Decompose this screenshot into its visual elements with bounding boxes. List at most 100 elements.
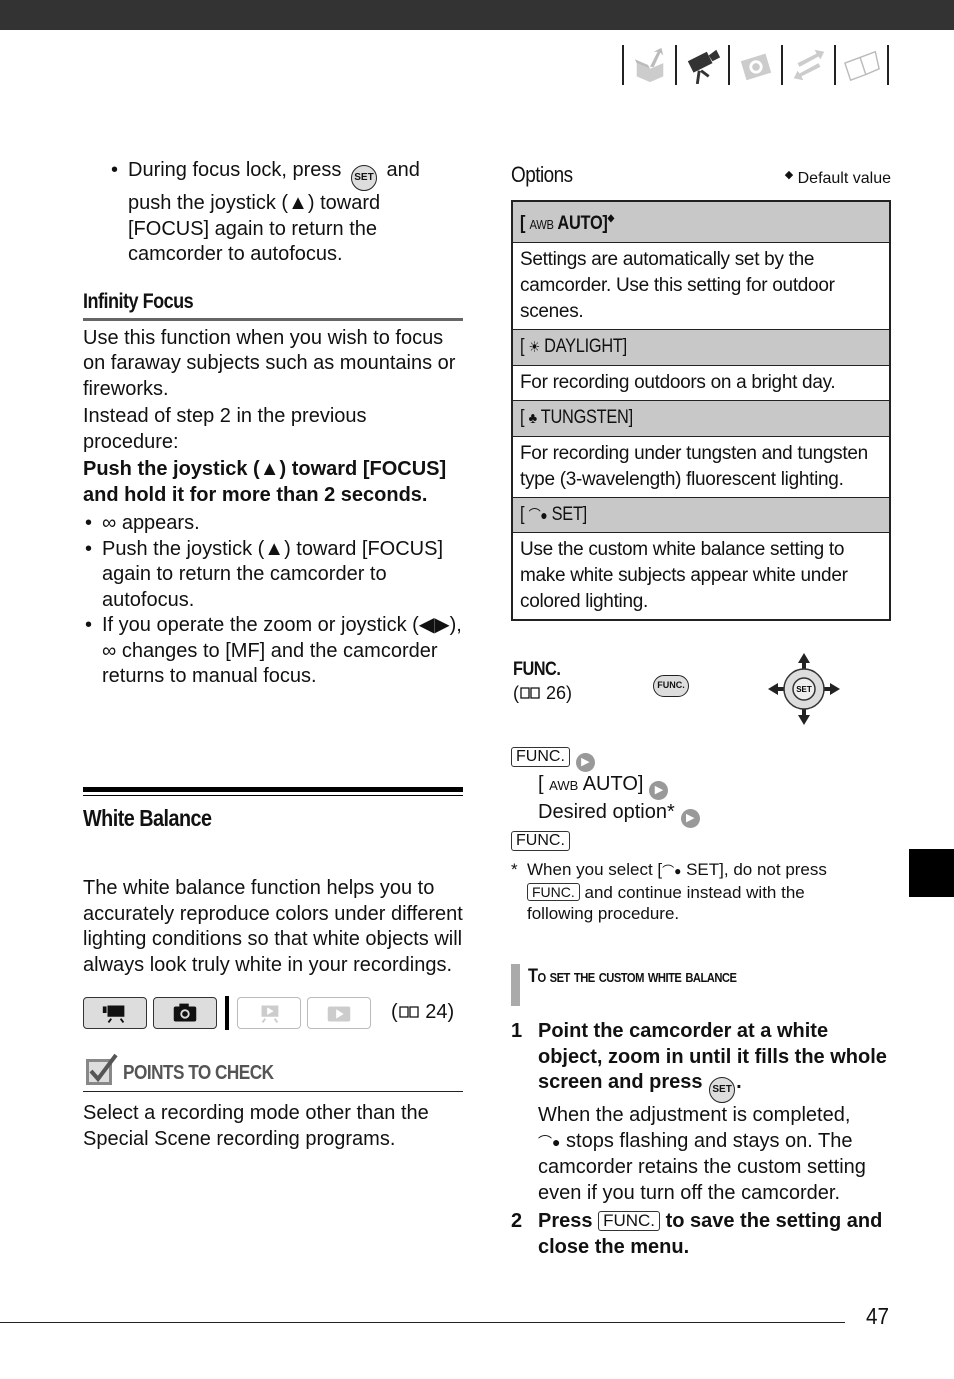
step-func-1: FUNC. ▶: [511, 747, 891, 772]
infinity-focus-header: Infinity Focus: [83, 290, 463, 321]
step-1: 1 Point the camcorder at a white object,…: [511, 1019, 891, 1206]
option-description: Settings are automatically set by the ca…: [520, 249, 835, 322]
bullet-item: Push the joystick (▲) toward [FOCUS] aga…: [83, 537, 463, 614]
set-button-icon: SET: [350, 165, 377, 191]
option-label: AUTO]: [557, 213, 608, 234]
option-header-tungsten: [ ♣ TUNGSTEN]: [512, 400, 890, 437]
footer-rule: [0, 1322, 845, 1323]
option-desc: Settings are automatically set by the ca…: [512, 242, 890, 330]
diamond-icon: ◆: [784, 169, 794, 181]
chapter-tab: [909, 849, 954, 897]
text: During focus lock, press: [128, 159, 342, 181]
bullet-item: If you operate the zoom or joystick (◀▶)…: [83, 613, 463, 690]
footnote: * When you select [⌒● SET], do not press…: [511, 859, 871, 924]
option-desc: Use the custom white balance setting to …: [512, 532, 890, 620]
infinity-instead: Instead of step 2 in the previous proced…: [83, 405, 367, 453]
func-key: FUNC.: [511, 747, 570, 767]
text: When the adjustment is completed,: [538, 1104, 851, 1126]
left-column: During focus lock, press SET and push th…: [83, 158, 464, 1150]
joystick-center-label: SET: [796, 685, 812, 694]
page-number: 47: [866, 1303, 890, 1329]
option-header-set: [ ⌒● SET]: [512, 497, 890, 533]
checkmark-icon: [86, 1053, 118, 1085]
func-key: FUNC.: [511, 831, 570, 851]
right-column: Options ◆ Default value [ AWB AUTO]◆ Set…: [511, 158, 891, 1260]
awb-icon: AWB: [529, 217, 554, 232]
book-icon: [520, 687, 540, 699]
footnote-text: When you select [: [527, 860, 663, 879]
func-steps: FUNC. ▶ [ AWB AUTO] ▶ Desired option* ▶ FUN…: [511, 747, 891, 856]
custom-wb-icon: ⌒●: [662, 864, 682, 878]
default-value-legend: ◆ Default value: [785, 168, 891, 188]
preparations-icon[interactable]: [624, 44, 675, 86]
default-value-text: Default value: [797, 170, 891, 187]
divider: [887, 45, 889, 85]
text: Press: [538, 1210, 593, 1232]
white-balance-section: White Balance The white balance function…: [83, 787, 463, 1152]
step-desired: Desired option* ▶: [538, 800, 891, 828]
points-to-check-heading: POINTS TO CHECK: [123, 1062, 274, 1084]
custom-wb-icon: ⌒●: [538, 1133, 561, 1150]
movie-playback-icon: [237, 997, 301, 1029]
option-description: Use the custom white balance setting to …: [520, 539, 848, 612]
text: stops flashing and stays on. The camcord…: [538, 1129, 866, 1204]
photo-playback-icon: [307, 997, 371, 1029]
movie-camera-icon[interactable]: [677, 44, 728, 86]
option-description: For recording under tungsten and tungste…: [520, 443, 868, 490]
option-label: SET]: [551, 504, 588, 525]
func-key: FUNC.: [598, 1211, 661, 1231]
heading-rule-thick: [83, 787, 463, 792]
step-2-instruction: Press FUNC. to save the setting and clos…: [538, 1209, 891, 1260]
white-balance-description: The white balance function helps you to …: [83, 877, 463, 976]
option-description: For recording outdoors on a bright day.: [520, 372, 836, 393]
step-number: 1: [511, 1020, 523, 1042]
option-desc: For recording under tungsten and tungste…: [512, 436, 890, 498]
book-icon: [399, 1006, 419, 1018]
func-label: FUNC.: [513, 659, 561, 680]
set-button-icon: SET: [709, 1077, 736, 1103]
step-1-result: When the adjustment is completed, ⌒● stop…: [538, 1103, 891, 1206]
step-auto: [ AWB AUTO] ▶: [538, 772, 891, 800]
option-header-daylight: [ ☀ DAYLIGHT]: [512, 329, 890, 366]
custom-wb-header: To set the custom white balance: [511, 964, 891, 1006]
option-header-auto: [ AWB AUTO]◆: [512, 201, 890, 243]
infinity-focus-heading: Infinity Focus: [83, 289, 194, 313]
awb-icon: AWB: [549, 778, 579, 793]
func-button-icon: FUNC.: [653, 675, 689, 697]
infinity-intro: Use this function when you wish to focus…: [83, 326, 456, 400]
book-icon[interactable]: [836, 44, 887, 86]
custom-wb-heading: To set the custom white balance: [528, 966, 737, 987]
movie-mode-icon: [83, 997, 147, 1029]
divider: [225, 996, 229, 1030]
white-balance-heading: White Balance: [83, 805, 212, 831]
transfer-icon[interactable]: [783, 44, 834, 86]
option-label: DAYLIGHT]: [544, 336, 627, 357]
next-arrow-icon: ▶: [649, 781, 669, 800]
accent-bar: [511, 964, 520, 1006]
option-desc: For recording outdoors on a bright day.: [512, 365, 890, 401]
page-number-ref: 24: [425, 1001, 448, 1024]
photo-camera-icon[interactable]: [730, 44, 781, 86]
bulb-icon: ♣: [528, 410, 537, 427]
next-arrow-icon: ▶: [575, 753, 595, 772]
step-text: Desired option*: [538, 801, 675, 823]
focus-lock-bullet: During focus lock, press SET and push th…: [109, 158, 464, 268]
options-table: [ AWB AUTO]◆ Settings are automatically …: [511, 200, 891, 621]
footnote-text: SET], do not press: [681, 860, 827, 879]
infinity-instruction: Push the joystick (▲) toward [FOCUS] and…: [83, 458, 447, 506]
diamond-icon: ◆: [607, 213, 615, 224]
custom-wb-icon: ⌒●: [528, 507, 548, 523]
points-to-check-text: Select a recording mode other than the S…: [83, 1102, 429, 1150]
step-2: 2 Press FUNC. to save the setting and cl…: [511, 1209, 891, 1260]
joystick-icon: SET: [768, 653, 840, 725]
points-to-check-header: POINTS TO CHECK: [83, 1053, 463, 1092]
step-number: 2: [511, 1210, 523, 1232]
page-number-ref: 26: [546, 683, 567, 703]
func-page-ref: ( 26): [513, 683, 573, 703]
heading-rule-thin: [83, 795, 463, 796]
bullet-item: ∞ appears.: [83, 511, 463, 537]
option-label: TUNGSTEN]: [540, 407, 633, 428]
next-arrow-icon: ▶: [680, 809, 700, 828]
step-1-instruction: Point the camcorder at a white object, z…: [538, 1019, 891, 1103]
sun-icon: ☀: [528, 339, 541, 356]
